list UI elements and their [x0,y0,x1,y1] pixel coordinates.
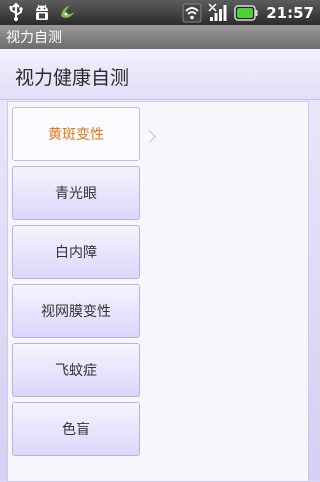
menu-item-label: 白内障 [55,245,97,261]
signal-icon [208,2,227,21]
battery-icon [234,4,258,21]
status-bar-system: 21:57 [182,2,314,23]
main-content: 视力健康自测 黄斑变性 青光眼 白内障 视网膜变性 飞蚊症 色盲 [0,49,320,482]
menu-item-label: 飞蚊症 [55,363,97,379]
app-title: 视力自测 [6,30,62,46]
status-bar: 21:57 [0,0,320,25]
wifi-icon [182,3,202,22]
menu-item-macular-degeneration[interactable]: 黄斑变性 [12,107,156,161]
menu-panel: 黄斑变性 青光眼 白内障 视网膜变性 飞蚊症 色盲 [7,101,309,482]
menu-item-cataract[interactable]: 白内障 [12,225,140,279]
page-title: 视力健康自测 [15,67,130,89]
menu-item-label: 色盲 [62,422,90,438]
status-bar-notifications [6,2,78,22]
menu-item-color-blindness[interactable]: 色盲 [12,402,140,456]
status-time: 21:57 [266,3,314,22]
app-notification-icon [61,6,75,18]
menu-item-retinal-degeneration[interactable]: 视网膜变性 [12,284,140,338]
menu-item-label: 黄斑变性 [48,127,104,143]
menu-item-floaters[interactable]: 飞蚊症 [12,343,140,397]
usb-icon [9,2,23,21]
selected-pointer [143,130,156,143]
menu-item-glaucoma[interactable]: 青光眼 [12,166,140,220]
menu-item-label: 视网膜变性 [41,304,111,320]
menu-item-label: 青光眼 [55,186,97,202]
app-title-bar: 视力自测 [0,25,320,50]
android-debug-icon [36,4,48,20]
page-header: 视力健康自测 [0,49,320,100]
